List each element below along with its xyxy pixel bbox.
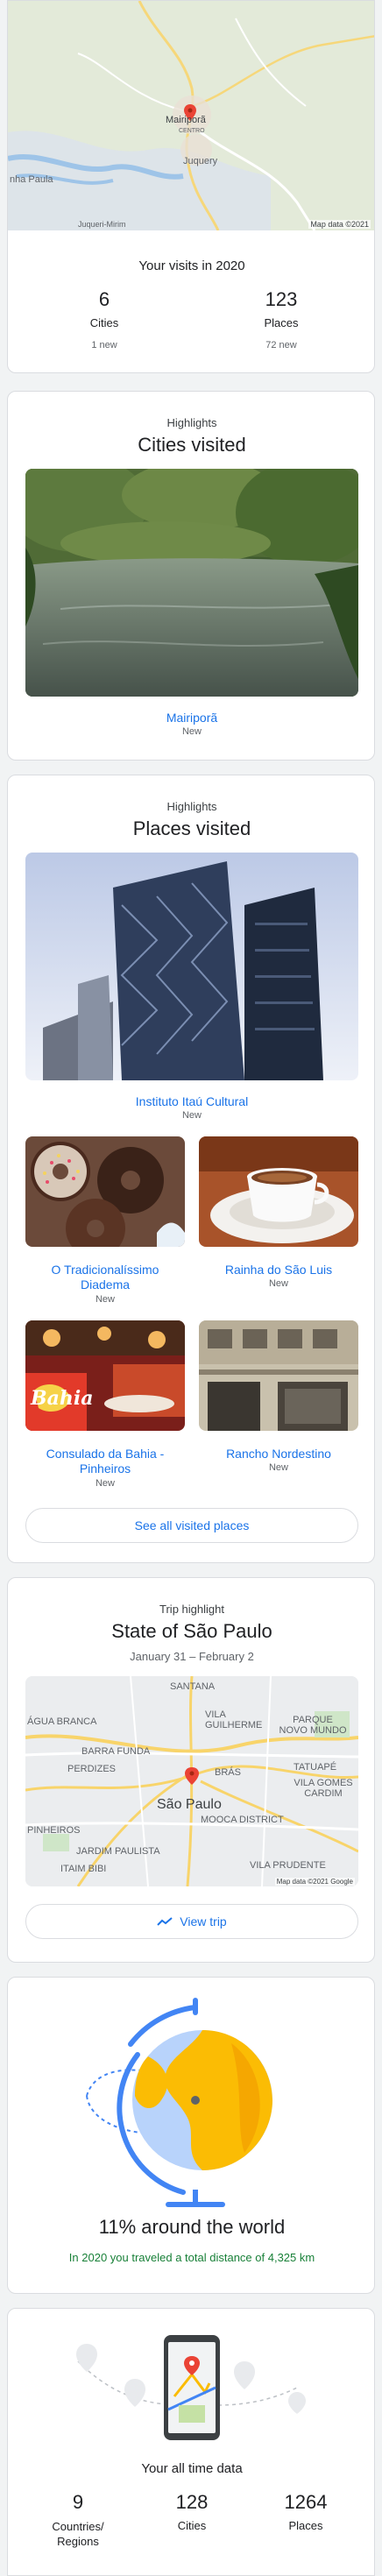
trip-eyebrow: Trip highlight xyxy=(159,1603,224,1616)
see-all-label: See all visited places xyxy=(134,1518,250,1532)
map-label-jardim-paulista: JARDIM PAULISTA xyxy=(76,1846,160,1857)
place-name-0[interactable]: Instituto Itaú Cultural xyxy=(8,1094,374,1108)
map-label-bras: BRÁS xyxy=(215,1767,241,1778)
place-photo-0[interactable] xyxy=(25,853,358,1080)
place-status-1: New xyxy=(95,1294,115,1305)
cities-title: Cities visited xyxy=(138,434,246,456)
city-status: New xyxy=(181,726,202,737)
world-subtitle: In 2020 you traveled a total distance of… xyxy=(68,2251,315,2264)
place-status-2: New xyxy=(268,1278,288,1289)
city-photo[interactable] xyxy=(25,469,358,697)
map-label-vila-gomes-cardim: VILA GOMES CARDIM xyxy=(294,1778,353,1799)
map-label-pinheiros: PINHEIROS xyxy=(27,1825,81,1836)
bahia-sign-icon: Bahia xyxy=(31,1387,94,1410)
map-label-barra-funda: BARRA FUNDA xyxy=(81,1746,151,1757)
trip-map[interactable]: SANTANA VILA GUILHERME PARQUE NOVO MUNDO… xyxy=(25,1676,358,1886)
view-trip-label: View trip xyxy=(180,1914,227,1928)
donuts-photo xyxy=(25,1136,185,1247)
all-time-title: Your all time data xyxy=(141,2461,243,2476)
top-map[interactable]: Mairiporã CENTRO Juquery nha Paula Juque… xyxy=(8,1,374,231)
map-label-sao-paulo: São Paulo xyxy=(157,1797,222,1812)
place-name-3[interactable]: Consulado da Bahia - Pinheiros xyxy=(25,1447,185,1476)
world-title: 11% around the world xyxy=(98,2216,286,2238)
all-cities-count: 128 xyxy=(175,2491,209,2513)
map-label-city: Mairiporã xyxy=(166,115,206,125)
map-label-perdizes: PERDIZES xyxy=(67,1764,117,1774)
place-status-3: New xyxy=(95,1478,115,1489)
cities-sub: 1 new xyxy=(91,340,117,350)
place-name-2[interactable]: Rainha do São Luis xyxy=(199,1263,358,1277)
map-label-parque-novo-mundo: PARQUE NOVO MUNDO xyxy=(279,1715,347,1736)
places-label: Places xyxy=(264,316,299,329)
map-label-santana: SANTANA xyxy=(170,1681,216,1692)
places-sub: 72 new xyxy=(265,340,297,350)
visits-title: Your visits in 2020 xyxy=(138,258,245,273)
place-photo-2[interactable] xyxy=(199,1136,358,1247)
all-places-label: Places xyxy=(288,2519,323,2532)
places-eyebrow: Highlights xyxy=(166,800,217,813)
map-label-tatuape: TATUAPÉ xyxy=(294,1762,337,1773)
cities-count: 6 xyxy=(98,288,110,310)
places-visited-card: Highlights Places visited Instituto Itaú… xyxy=(7,775,375,1563)
trip-title: State of São Paulo xyxy=(111,1620,272,1642)
world-card: 11% around the world In 2020 you travele… xyxy=(7,1977,375,2294)
all-places-count: 1264 xyxy=(284,2491,328,2513)
see-all-places-button[interactable]: See all visited places xyxy=(25,1508,358,1543)
cities-eyebrow: Highlights xyxy=(166,416,217,429)
place-name-4[interactable]: Rancho Nordestino xyxy=(199,1447,358,1461)
map-label-centro: CENTRO xyxy=(179,128,205,134)
trend-icon xyxy=(157,1917,173,1926)
top-map-card[interactable]: Mairiporã CENTRO Juquery nha Paula Juque… xyxy=(7,0,375,373)
all-time-cities: 128 Cities xyxy=(148,2491,236,2532)
visits-places-stat: 123 Places 72 new xyxy=(237,288,325,350)
countries-label: Countries/ Regions xyxy=(52,2520,104,2548)
place-status-4: New xyxy=(268,1462,288,1473)
all-time-places: 1264 Places xyxy=(262,2491,350,2532)
cities-label: Cities xyxy=(89,316,119,329)
all-cities-label: Cities xyxy=(177,2519,207,2532)
countries-count: 9 xyxy=(72,2491,84,2513)
place-photo-1[interactable] xyxy=(25,1136,185,1247)
trip-dates: January 31 – February 2 xyxy=(130,1650,254,1663)
all-time-card: Your all time data 9 Countries/ Regions … xyxy=(7,2308,375,2576)
map-label-mooca: MOOCA DISTRICT xyxy=(201,1815,284,1825)
storefront-photo xyxy=(199,1320,358,1431)
map-label-nha-paula: nha Paula xyxy=(10,174,53,185)
place-photo-3[interactable]: Bahia xyxy=(25,1320,185,1431)
place-status-0: New xyxy=(181,1110,202,1121)
restaurant-photo xyxy=(25,1320,185,1431)
map-label-juqueri-mirim: Juqueri-Mirim xyxy=(78,220,126,229)
places-title: Places visited xyxy=(132,817,251,839)
river-photo xyxy=(25,469,358,697)
phone-map-icon xyxy=(76,2335,306,2440)
globe-icon xyxy=(86,1998,272,2207)
map-label-agua-branca: ÁGUA BRANCA xyxy=(27,1716,97,1727)
map-label-juquery: Juquery xyxy=(183,156,218,166)
city-name[interactable]: Mairiporã xyxy=(8,711,374,725)
places-count: 123 xyxy=(265,288,298,310)
coffee-photo xyxy=(199,1136,358,1247)
trip-map-attribution: Map data ©2021 Google xyxy=(274,1878,355,1886)
map-label-vila-guilherme: VILA GUILHERME xyxy=(205,1709,263,1730)
all-time-countries: 9 Countries/ Regions xyxy=(34,2491,122,2549)
building-photo xyxy=(25,853,358,1080)
map-label-itaim-bibi: ITAIM BIBI xyxy=(60,1864,107,1874)
map-label-vila-prudente: VILA PRUDENTE xyxy=(250,1860,326,1871)
place-photo-4[interactable] xyxy=(199,1320,358,1431)
place-name-1[interactable]: O Tradicionalíssimo Diadema xyxy=(25,1263,185,1292)
cities-visited-card: Highlights Cities visited Mairiporã New xyxy=(7,391,375,761)
view-trip-button[interactable]: View trip xyxy=(25,1904,358,1939)
visits-cities-stat: 6 Cities 1 new xyxy=(60,288,148,350)
trip-highlight-card: Trip highlight State of São Paulo Januar… xyxy=(7,1577,375,1963)
map-attribution: Map data ©2021 xyxy=(308,220,371,229)
